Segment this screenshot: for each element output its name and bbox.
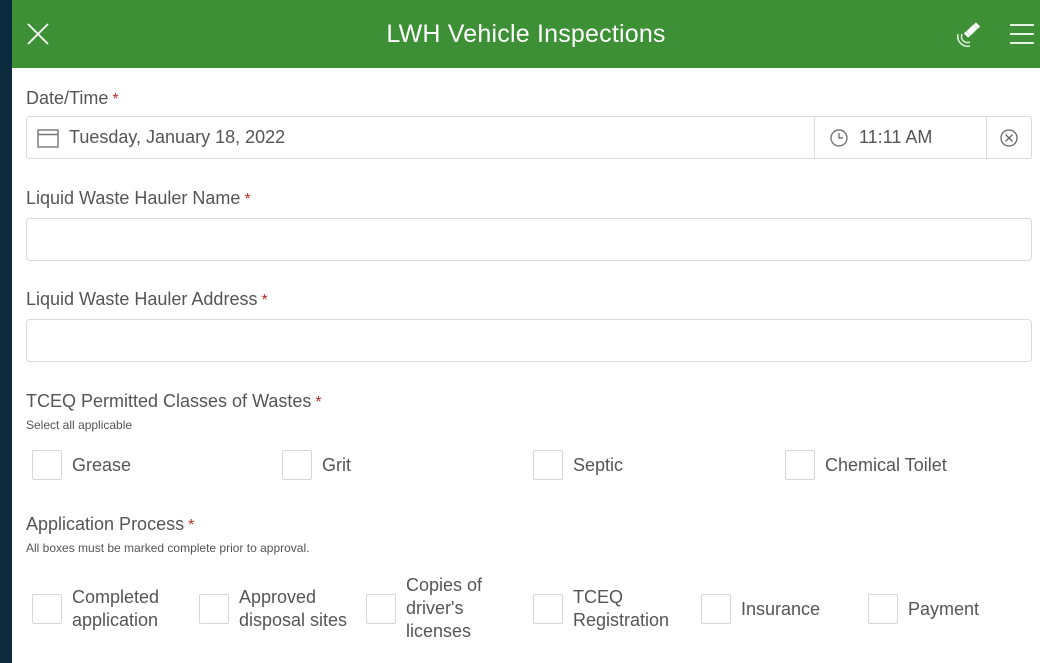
option-label-line: Copies of xyxy=(406,575,483,595)
checkbox[interactable] xyxy=(366,593,396,624)
date-value: Tuesday, January 18, 2022 xyxy=(69,127,286,147)
required-mark: * xyxy=(244,191,251,208)
option-label-line: driver's xyxy=(406,598,464,618)
option-grit[interactable]: Grit xyxy=(282,450,351,480)
option-label: Grit xyxy=(322,454,351,475)
option-label-line: Registration xyxy=(573,610,670,630)
hauler-address-input[interactable] xyxy=(26,319,1032,362)
option-grease[interactable]: Grease xyxy=(32,450,131,480)
option-label-line: licenses xyxy=(406,621,472,641)
hauler-name-label: Liquid Waste Hauler Name xyxy=(26,188,241,208)
checkbox[interactable] xyxy=(533,594,563,624)
required-mark: * xyxy=(112,91,119,108)
time-field[interactable]: 11:11 AM xyxy=(814,117,986,158)
option-label: Chemical Toilet xyxy=(825,454,947,475)
waste-classes-label: TCEQ Permitted Classes of Wastes xyxy=(26,391,312,411)
option-label-line: disposal sites xyxy=(239,610,348,630)
datetime-label: Date/Time xyxy=(26,88,109,108)
option-septic[interactable]: Septic xyxy=(533,450,623,480)
required-mark: * xyxy=(261,292,268,309)
checkbox[interactable] xyxy=(785,450,815,480)
datetime-question: Date/Time * xyxy=(26,88,119,109)
option-label: Insurance xyxy=(741,598,821,619)
required-mark: * xyxy=(315,394,322,411)
header-bar: LWH Vehicle Inspections xyxy=(12,0,1040,68)
option-label: Completed application xyxy=(72,586,159,632)
checkbox[interactable] xyxy=(533,450,563,480)
option-label: Approved disposal sites xyxy=(239,586,347,632)
option-tceq-registration[interactable]: TCEQ Registration xyxy=(533,586,669,632)
application-process-hint: All boxes must be marked complete prior … xyxy=(26,541,310,555)
clock-icon xyxy=(830,128,848,147)
clear-circle-icon xyxy=(1000,128,1018,147)
calendar-icon xyxy=(37,128,59,148)
option-label: TCEQ Registration xyxy=(573,586,669,632)
option-label: Septic xyxy=(573,454,624,475)
option-payment[interactable]: Payment xyxy=(868,594,979,624)
option-copies-of-drivers-licenses[interactable]: Copies of driver's licenses xyxy=(366,574,482,643)
checkbox[interactable] xyxy=(868,594,898,624)
checkbox[interactable] xyxy=(32,450,62,480)
checkbox[interactable] xyxy=(282,450,312,480)
hauler-name-input[interactable] xyxy=(26,218,1032,261)
required-mark: * xyxy=(188,517,195,534)
option-label-line: application xyxy=(72,610,159,630)
gps-satellite-icon[interactable] xyxy=(954,22,984,48)
survey-form-window: LWH Vehicle Inspections Date/Time * Tuesd… xyxy=(12,0,1040,663)
option-label: Payment xyxy=(908,598,980,619)
datetime-input-row: Tuesday, January 18, 2022 11:11 AM xyxy=(26,116,1032,159)
checkbox[interactable] xyxy=(701,594,731,624)
time-value: 11:11 AM xyxy=(859,127,933,147)
waste-classes-question: TCEQ Permitted Classes of Wastes * Select… xyxy=(26,391,322,432)
option-label-line: TCEQ xyxy=(573,587,624,607)
checkbox[interactable] xyxy=(199,594,229,624)
page-title: LWH Vehicle Inspections xyxy=(386,19,666,48)
option-completed-application[interactable]: Completed application xyxy=(32,586,159,632)
application-process-label: Application Process xyxy=(26,514,185,534)
hauler-address-question: Liquid Waste Hauler Address * xyxy=(26,289,268,310)
option-label: Copies of driver's licenses xyxy=(406,574,482,643)
option-approved-disposal-sites[interactable]: Approved disposal sites xyxy=(199,586,347,632)
option-label: Grease xyxy=(72,454,132,475)
hamburger-menu-icon[interactable] xyxy=(1008,22,1036,46)
checkbox[interactable] xyxy=(32,594,62,624)
clear-datetime-button[interactable] xyxy=(986,117,1031,158)
option-insurance[interactable]: Insurance xyxy=(701,594,820,624)
option-chemical-toilet[interactable]: Chemical Toilet xyxy=(785,450,947,480)
hauler-address-label: Liquid Waste Hauler Address xyxy=(26,289,258,309)
waste-classes-hint: Select all applicable xyxy=(26,418,133,432)
close-icon[interactable] xyxy=(26,22,50,46)
option-label-line: Completed xyxy=(72,587,160,607)
hauler-name-question: Liquid Waste Hauler Name * xyxy=(26,188,251,209)
application-process-question: Application Process * All boxes must be m… xyxy=(26,514,309,555)
option-label-line: Approved xyxy=(239,587,317,607)
date-field[interactable]: Tuesday, January 18, 2022 xyxy=(27,117,814,158)
